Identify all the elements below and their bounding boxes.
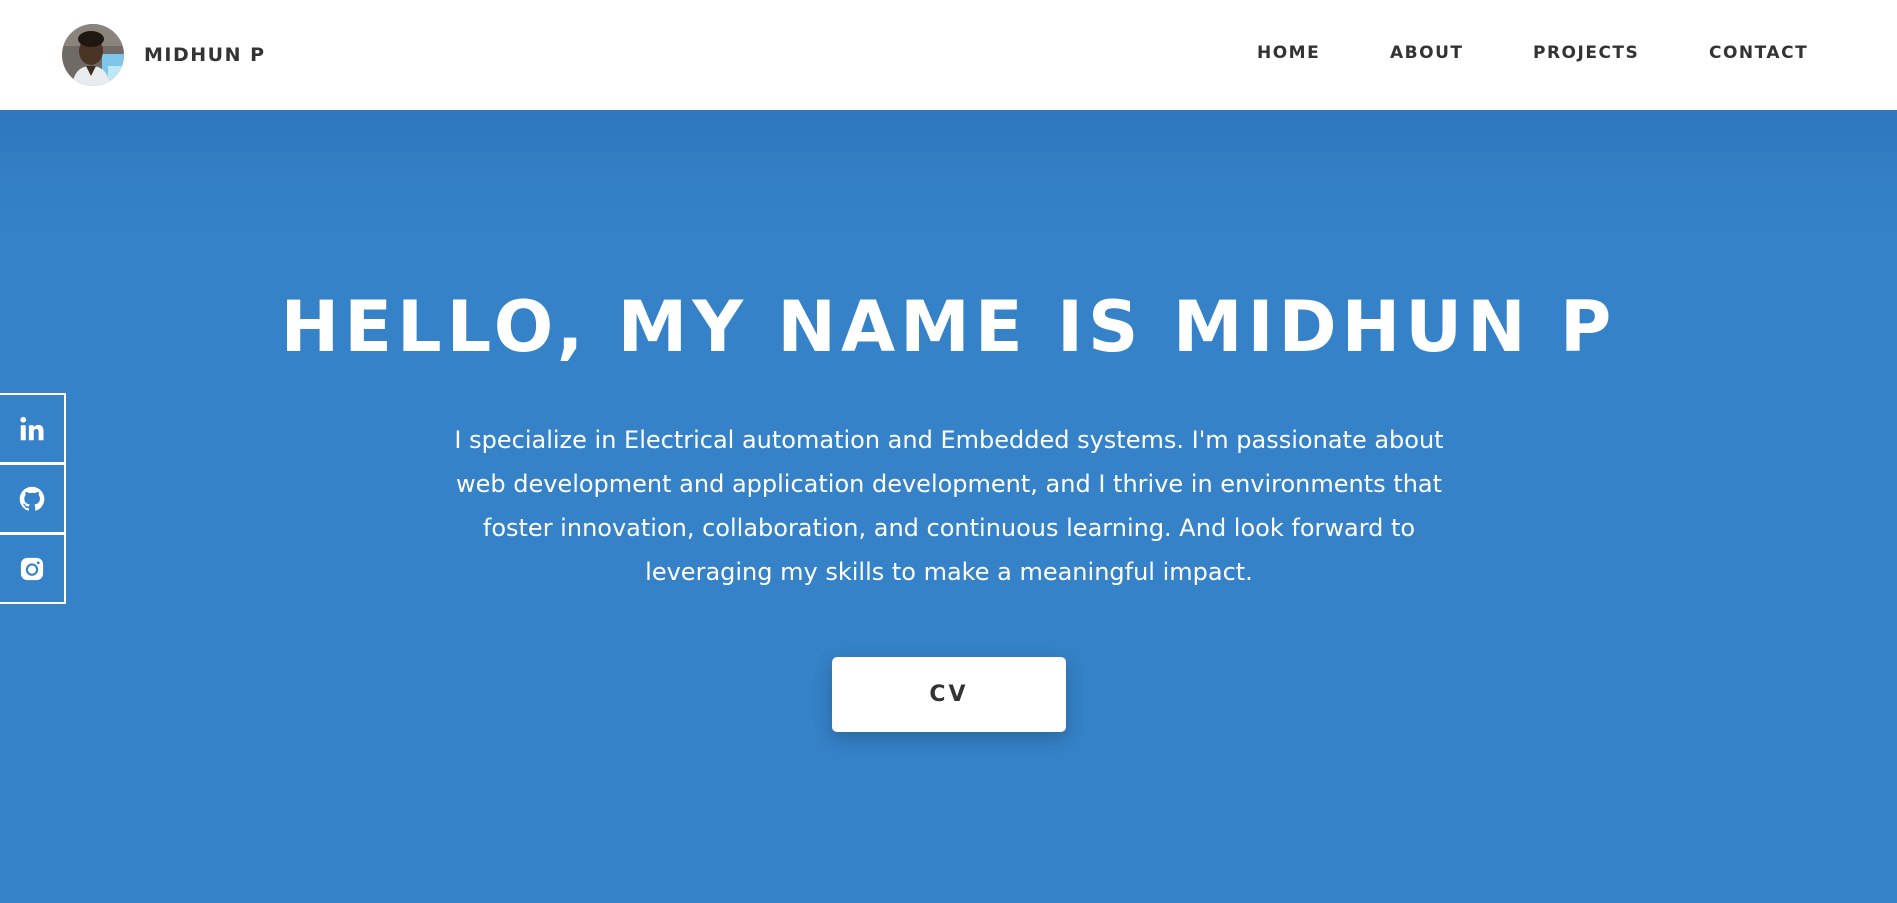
instagram-icon <box>20 557 44 580</box>
linkedin-icon <box>20 416 44 440</box>
site-header: MIDHUN P HOME ABOUT PROJECTS CONTACT <box>0 0 1897 110</box>
hero-description: I specialize in Electrical automation an… <box>454 426 1444 586</box>
linkedin-link[interactable] <box>0 393 66 464</box>
main-nav: HOME ABOUT PROJECTS CONTACT <box>0 0 1897 110</box>
hero-title: HELLO, MY NAME IS MIDHUN P <box>280 286 1617 368</box>
github-link[interactable] <box>0 463 66 534</box>
hero-section: HELLO, MY NAME IS MIDHUN P I specialize … <box>0 110 1897 903</box>
github-icon <box>19 486 45 511</box>
nav-about-link[interactable]: ABOUT <box>1390 43 1463 63</box>
nav-projects-link[interactable]: PROJECTS <box>1533 43 1639 63</box>
nav-contact-link[interactable]: CONTACT <box>1709 43 1808 63</box>
instagram-link[interactable] <box>0 533 66 604</box>
nav-home-link[interactable]: HOME <box>1257 43 1320 63</box>
social-sidebar <box>0 393 66 604</box>
cv-button[interactable]: CV <box>832 657 1066 732</box>
